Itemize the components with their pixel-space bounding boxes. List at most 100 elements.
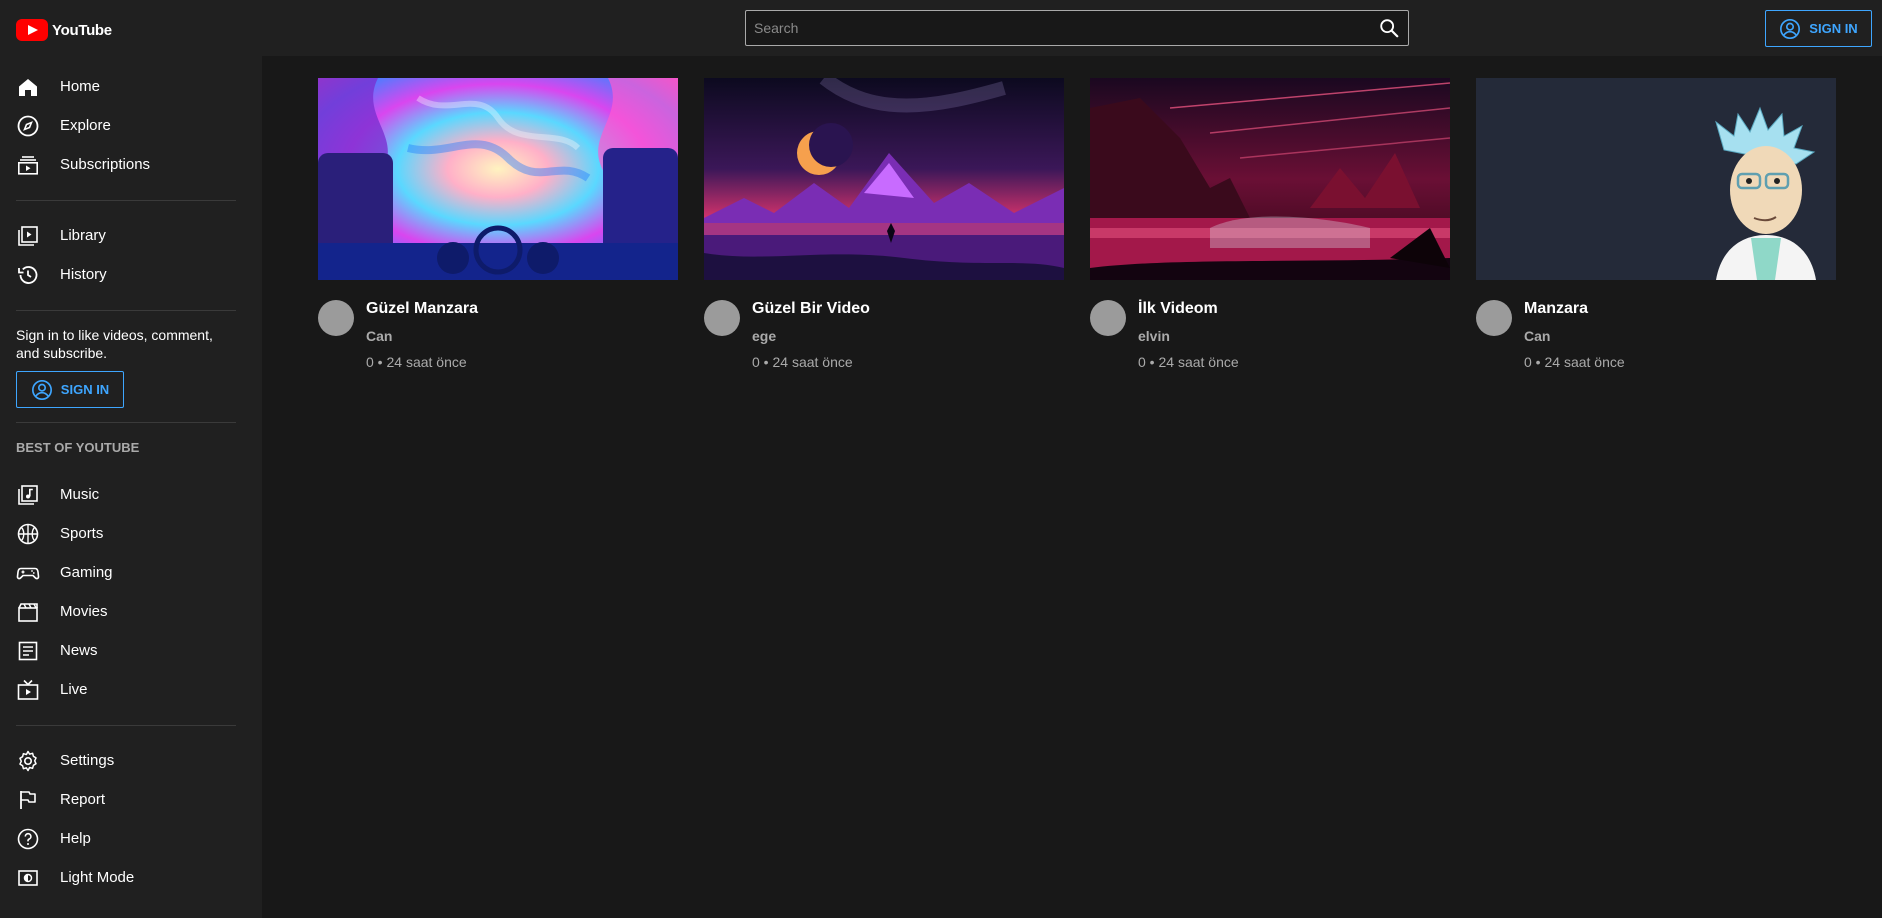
gaming-icon xyxy=(16,567,40,579)
video-meta: 0 • 24 saat önce xyxy=(366,354,467,370)
account-icon xyxy=(1780,18,1801,39)
channel-name[interactable]: Can xyxy=(366,328,392,344)
sidebar-item-label: Subscriptions xyxy=(60,156,151,173)
live-icon xyxy=(17,679,39,700)
video-card[interactable]: Güzel Manzara Can 0 • 24 saat önce xyxy=(318,78,678,370)
channel-avatar[interactable] xyxy=(1090,300,1126,336)
sidebar-item-home[interactable]: Home xyxy=(0,67,262,106)
sidebar-item-music[interactable]: Music xyxy=(0,475,262,514)
flag-icon xyxy=(20,790,36,809)
sidebar-item-explore[interactable]: Explore xyxy=(0,106,262,145)
sports-icon xyxy=(17,523,39,544)
video-meta: 0 • 24 saat önce xyxy=(752,354,853,370)
sidebar-item-label: Live xyxy=(60,681,88,698)
compass-icon xyxy=(17,115,39,136)
top-bar: YouTube SIGN IN xyxy=(0,0,1882,56)
sidebar-item-help[interactable]: Help xyxy=(0,819,262,858)
upload-time: 24 saat önce xyxy=(772,354,853,370)
sidebar-item-light-mode[interactable]: Light Mode xyxy=(0,858,262,897)
sidebar-item-label: Home xyxy=(60,78,101,95)
sidebar-item-history[interactable]: History xyxy=(0,255,262,294)
help-icon xyxy=(17,828,39,849)
account-icon xyxy=(31,379,52,400)
sign-in-label: SIGN IN xyxy=(60,382,110,397)
video-meta: 0 • 24 saat önce xyxy=(1524,354,1625,370)
video-title[interactable]: İlk Videom xyxy=(1138,300,1218,318)
psychedelic-car-thumbnail xyxy=(318,78,678,280)
view-count: 0 xyxy=(366,354,374,370)
sidebar-item-subscriptions[interactable]: Subscriptions xyxy=(0,145,262,184)
video-card[interactable]: Manzara Can 0 • 24 saat önce xyxy=(1476,78,1836,370)
video-card[interactable]: İlk Videom elvin 0 • 24 saat önce xyxy=(1090,78,1450,370)
best-of-youtube-title: BEST OF YOUTUBE xyxy=(16,440,140,455)
search-box xyxy=(745,10,1409,46)
sidebar: Home Explore Subscriptions Library Histo… xyxy=(0,56,262,918)
sidebar-item-movies[interactable]: Movies xyxy=(0,592,262,631)
youtube-logo[interactable]: YouTube xyxy=(16,19,112,41)
channel-name[interactable]: elvin xyxy=(1138,328,1170,344)
view-count: 0 xyxy=(1138,354,1146,370)
sidebar-divider xyxy=(16,725,236,726)
search-icon[interactable] xyxy=(1378,17,1400,39)
sign-in-prompt: Sign in to like videos, comment, and sub… xyxy=(16,327,213,361)
sidebar-item-gaming[interactable]: Gaming xyxy=(0,553,262,592)
movies-icon xyxy=(18,602,38,622)
view-count: 0 xyxy=(752,354,760,370)
view-count: 0 xyxy=(1524,354,1532,370)
sidebar-divider xyxy=(16,200,236,201)
upload-time: 24 saat önce xyxy=(1158,354,1239,370)
channel-name[interactable]: Can xyxy=(1524,328,1550,344)
sidebar-item-label: Light Mode xyxy=(60,869,135,886)
sidebar-item-live[interactable]: Live xyxy=(0,670,262,709)
cartoon-scientist-thumbnail xyxy=(1476,78,1836,280)
sidebar-item-label: Gaming xyxy=(60,564,113,581)
sidebar-divider xyxy=(16,422,236,423)
sidebar-item-label: News xyxy=(60,642,98,659)
history-icon xyxy=(18,265,38,284)
sign-in-label: SIGN IN xyxy=(1809,21,1858,36)
purple-mountain-moon-thumbnail xyxy=(704,78,1064,280)
logo-text: YouTube xyxy=(52,21,112,39)
home-icon xyxy=(19,78,37,96)
video-title[interactable]: Manzara xyxy=(1524,300,1588,318)
sidebar-item-library[interactable]: Library xyxy=(0,216,262,255)
search-input[interactable] xyxy=(746,11,1366,45)
video-meta: 0 • 24 saat önce xyxy=(1138,354,1239,370)
sidebar-item-label: Sports xyxy=(60,525,104,542)
video-title[interactable]: Güzel Bir Video xyxy=(752,300,870,318)
channel-name[interactable]: ege xyxy=(752,328,776,344)
music-icon xyxy=(18,484,38,505)
upload-time: 24 saat önce xyxy=(1544,354,1625,370)
sidebar-item-report[interactable]: Report xyxy=(0,780,262,819)
sidebar-item-label: Explore xyxy=(60,117,111,134)
sidebar-item-settings[interactable]: Settings xyxy=(0,741,262,780)
upload-time: 24 saat önce xyxy=(386,354,467,370)
sidebar-item-news[interactable]: News xyxy=(0,631,262,670)
light-mode-icon xyxy=(18,869,38,886)
channel-avatar[interactable] xyxy=(704,300,740,336)
news-icon xyxy=(18,641,38,660)
video-thumbnail[interactable] xyxy=(704,78,1064,280)
sidebar-item-label: Music xyxy=(60,486,100,503)
sidebar-item-label: Movies xyxy=(60,603,108,620)
sidebar-item-sports[interactable]: Sports xyxy=(0,514,262,553)
video-thumbnail[interactable] xyxy=(1476,78,1836,280)
channel-avatar[interactable] xyxy=(318,300,354,336)
sidebar-divider xyxy=(16,310,236,311)
sidebar-item-label: Library xyxy=(60,227,106,244)
channel-avatar[interactable] xyxy=(1476,300,1512,336)
red-landscape-thumbnail xyxy=(1090,78,1450,280)
sidebar-sign-in-button[interactable]: SIGN IN xyxy=(16,371,124,408)
video-card[interactable]: Güzel Bir Video ege 0 • 24 saat önce xyxy=(704,78,1064,370)
video-title[interactable]: Güzel Manzara xyxy=(366,300,478,318)
video-thumbnail[interactable] xyxy=(318,78,678,280)
sign-in-button[interactable]: SIGN IN xyxy=(1765,10,1872,47)
youtube-logo-icon xyxy=(16,19,48,41)
subscriptions-icon xyxy=(17,155,38,175)
sidebar-item-label: Report xyxy=(60,791,106,808)
sidebar-item-label: History xyxy=(60,266,107,283)
gear-icon xyxy=(19,750,37,771)
sidebar-item-label: Help xyxy=(60,830,91,847)
sidebar-item-label: Settings xyxy=(60,752,115,769)
video-thumbnail[interactable] xyxy=(1090,78,1450,280)
